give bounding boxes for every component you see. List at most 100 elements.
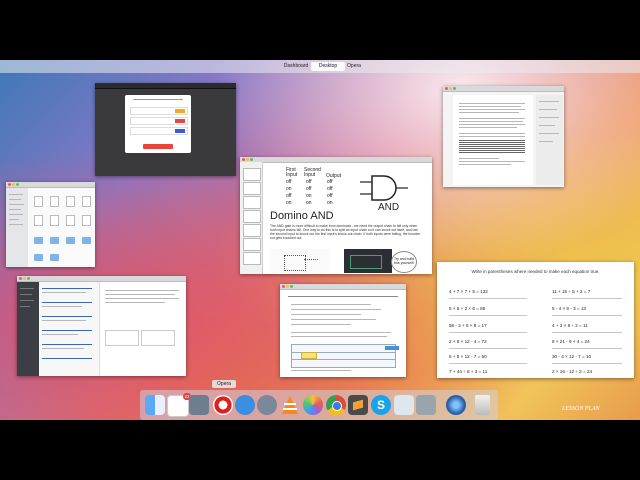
vlc-icon[interactable] [280,395,300,415]
equation-left: 5 × 5 + 2 × 6 = 85 [449,306,486,311]
speech-bubble: Try and build this yourself! [391,251,417,273]
login-option-row[interactable] [130,117,188,125]
dock-tooltip: Opera [212,380,236,388]
mail-sidebar[interactable] [17,282,39,376]
slide-canvas: First Input Second Input Output off off … [264,163,428,273]
folder-icon[interactable] [66,237,75,244]
folder-icon[interactable] [34,237,43,244]
window-mail[interactable] [17,276,186,376]
slide-thumbnails[interactable] [240,162,263,274]
message-list[interactable] [39,282,100,376]
domino-photo [344,249,392,273]
launchpad-icon[interactable] [257,395,277,415]
equation-left: 2 + 6 × 12 - 4 = 72 [449,339,487,344]
preview-icon[interactable] [394,395,414,415]
worksheet-title: Write in parentheses where needed to mak… [471,269,600,274]
finder-sidebar[interactable] [6,188,28,267]
continue-button[interactable] [143,144,173,149]
equation-right: 2 × 16 - 12 ÷ 2 = 24 [552,369,593,374]
truth-cell: off [327,193,333,199]
truth-table-header: First Input [286,167,298,178]
file-icon[interactable] [82,196,91,207]
trash-icon[interactable] [475,395,490,415]
window-titlebar [280,284,406,290]
attachment-card[interactable] [141,330,175,346]
space-tab-desktop[interactable]: Desktop [311,62,345,71]
file-icon[interactable] [82,215,91,226]
file-icon[interactable] [50,215,59,226]
equation-left: 5 + 5 × 12 - 7 = 50 [449,354,487,359]
equation-right: 5 - 4 × 9 - 3 = 13 [552,306,586,311]
and-label: AND [378,202,400,213]
file-icon[interactable] [66,215,75,226]
skype-icon[interactable]: S [371,395,391,415]
truth-cell: on [306,193,312,199]
finder-icon[interactable] [145,395,165,415]
app-store-icon[interactable] [235,395,255,415]
dialog-heading-line [133,99,183,100]
window-domino-and-slides[interactable]: First Input Second Input Output off off … [240,157,432,274]
window-web-document[interactable] [280,284,406,377]
chrome-icon[interactable] [326,395,346,415]
equation-left: 7 + 44 ÷ 8 + 3 = 11 [449,369,488,374]
login-option-row[interactable] [130,127,188,135]
domino-diagram-image [270,249,330,273]
truth-cell: off [306,186,312,192]
truth-cell: on [286,200,292,206]
slide-thumbnail[interactable] [243,238,261,251]
window-text-document[interactable] [443,86,564,187]
sublime-icon[interactable] [348,395,368,415]
equation-right: 8 × 21 - 9 + 4 = 24 [552,339,590,344]
slide-thumbnail[interactable] [243,182,261,195]
login-dialog [125,95,191,153]
slide-title: Domino AND [270,210,334,222]
format-inspector-panel[interactable] [536,95,563,185]
migration-icon[interactable] [189,395,209,415]
highlight-button[interactable] [301,352,317,359]
window-titlebar [95,83,236,89]
truth-cell: on [286,186,292,192]
watermark-logo: LESSON PLAN [562,406,600,412]
screen: Dashboard Desktop Opera First Input Seco… [0,0,640,480]
truth-cell: off [286,179,292,185]
photos-icon[interactable] [303,395,323,415]
slide-thumbnail[interactable] [243,210,261,223]
file-icon[interactable] [34,196,43,207]
file-icon[interactable] [66,196,75,207]
highlighted-paragraph [459,140,525,154]
calendar-icon[interactable]: 22 [167,393,191,417]
slide-thumbnail[interactable] [243,252,261,265]
truth-cell: on [327,200,333,206]
slide-thumbnail[interactable] [243,168,261,181]
equation-right: 11 + 15 ÷ 5 + 2 = 7 [552,289,591,294]
slide-paragraph: The AND gate is more difficult to make f… [270,224,421,240]
dock: 22 S [140,390,498,420]
image-capture-icon[interactable] [416,395,436,415]
space-tab-dashboard[interactable]: Dashboard [279,62,313,71]
attachment-card[interactable] [105,330,139,346]
folder-icon[interactable] [34,254,43,261]
window-titlebar [443,86,564,92]
folder-icon[interactable] [82,237,91,244]
window-worksheet[interactable]: Write in parentheses where needed to mak… [437,262,634,378]
login-option-row[interactable] [130,107,188,115]
truth-cell: off [286,193,292,199]
equation-right: 30 - 4 × 12 - 7 = 10 [552,354,592,359]
slide-thumbnail[interactable] [243,196,261,209]
file-icon[interactable] [34,215,43,226]
and-gate-icon [360,175,408,201]
folder-icon[interactable] [50,254,59,261]
downloads-icon[interactable] [446,395,466,415]
folder-icon[interactable] [50,237,59,244]
equation-left: 56 - 2 + 5 × 8 = 17 [449,323,487,328]
truth-cell: off [327,179,333,185]
space-tab-opera[interactable]: Opera [341,62,367,71]
equation-right: 4 + 3 × 8 ÷ 2 = 11 [552,323,588,328]
opera-icon[interactable] [213,395,233,415]
mission-control-spaces-bar: Dashboard Desktop Opera [0,60,640,73]
slide-thumbnail[interactable] [243,224,261,237]
window-finder[interactable] [6,182,95,267]
blue-button[interactable] [385,346,399,350]
window-opera-login[interactable] [95,83,236,176]
file-icon[interactable] [50,196,59,207]
